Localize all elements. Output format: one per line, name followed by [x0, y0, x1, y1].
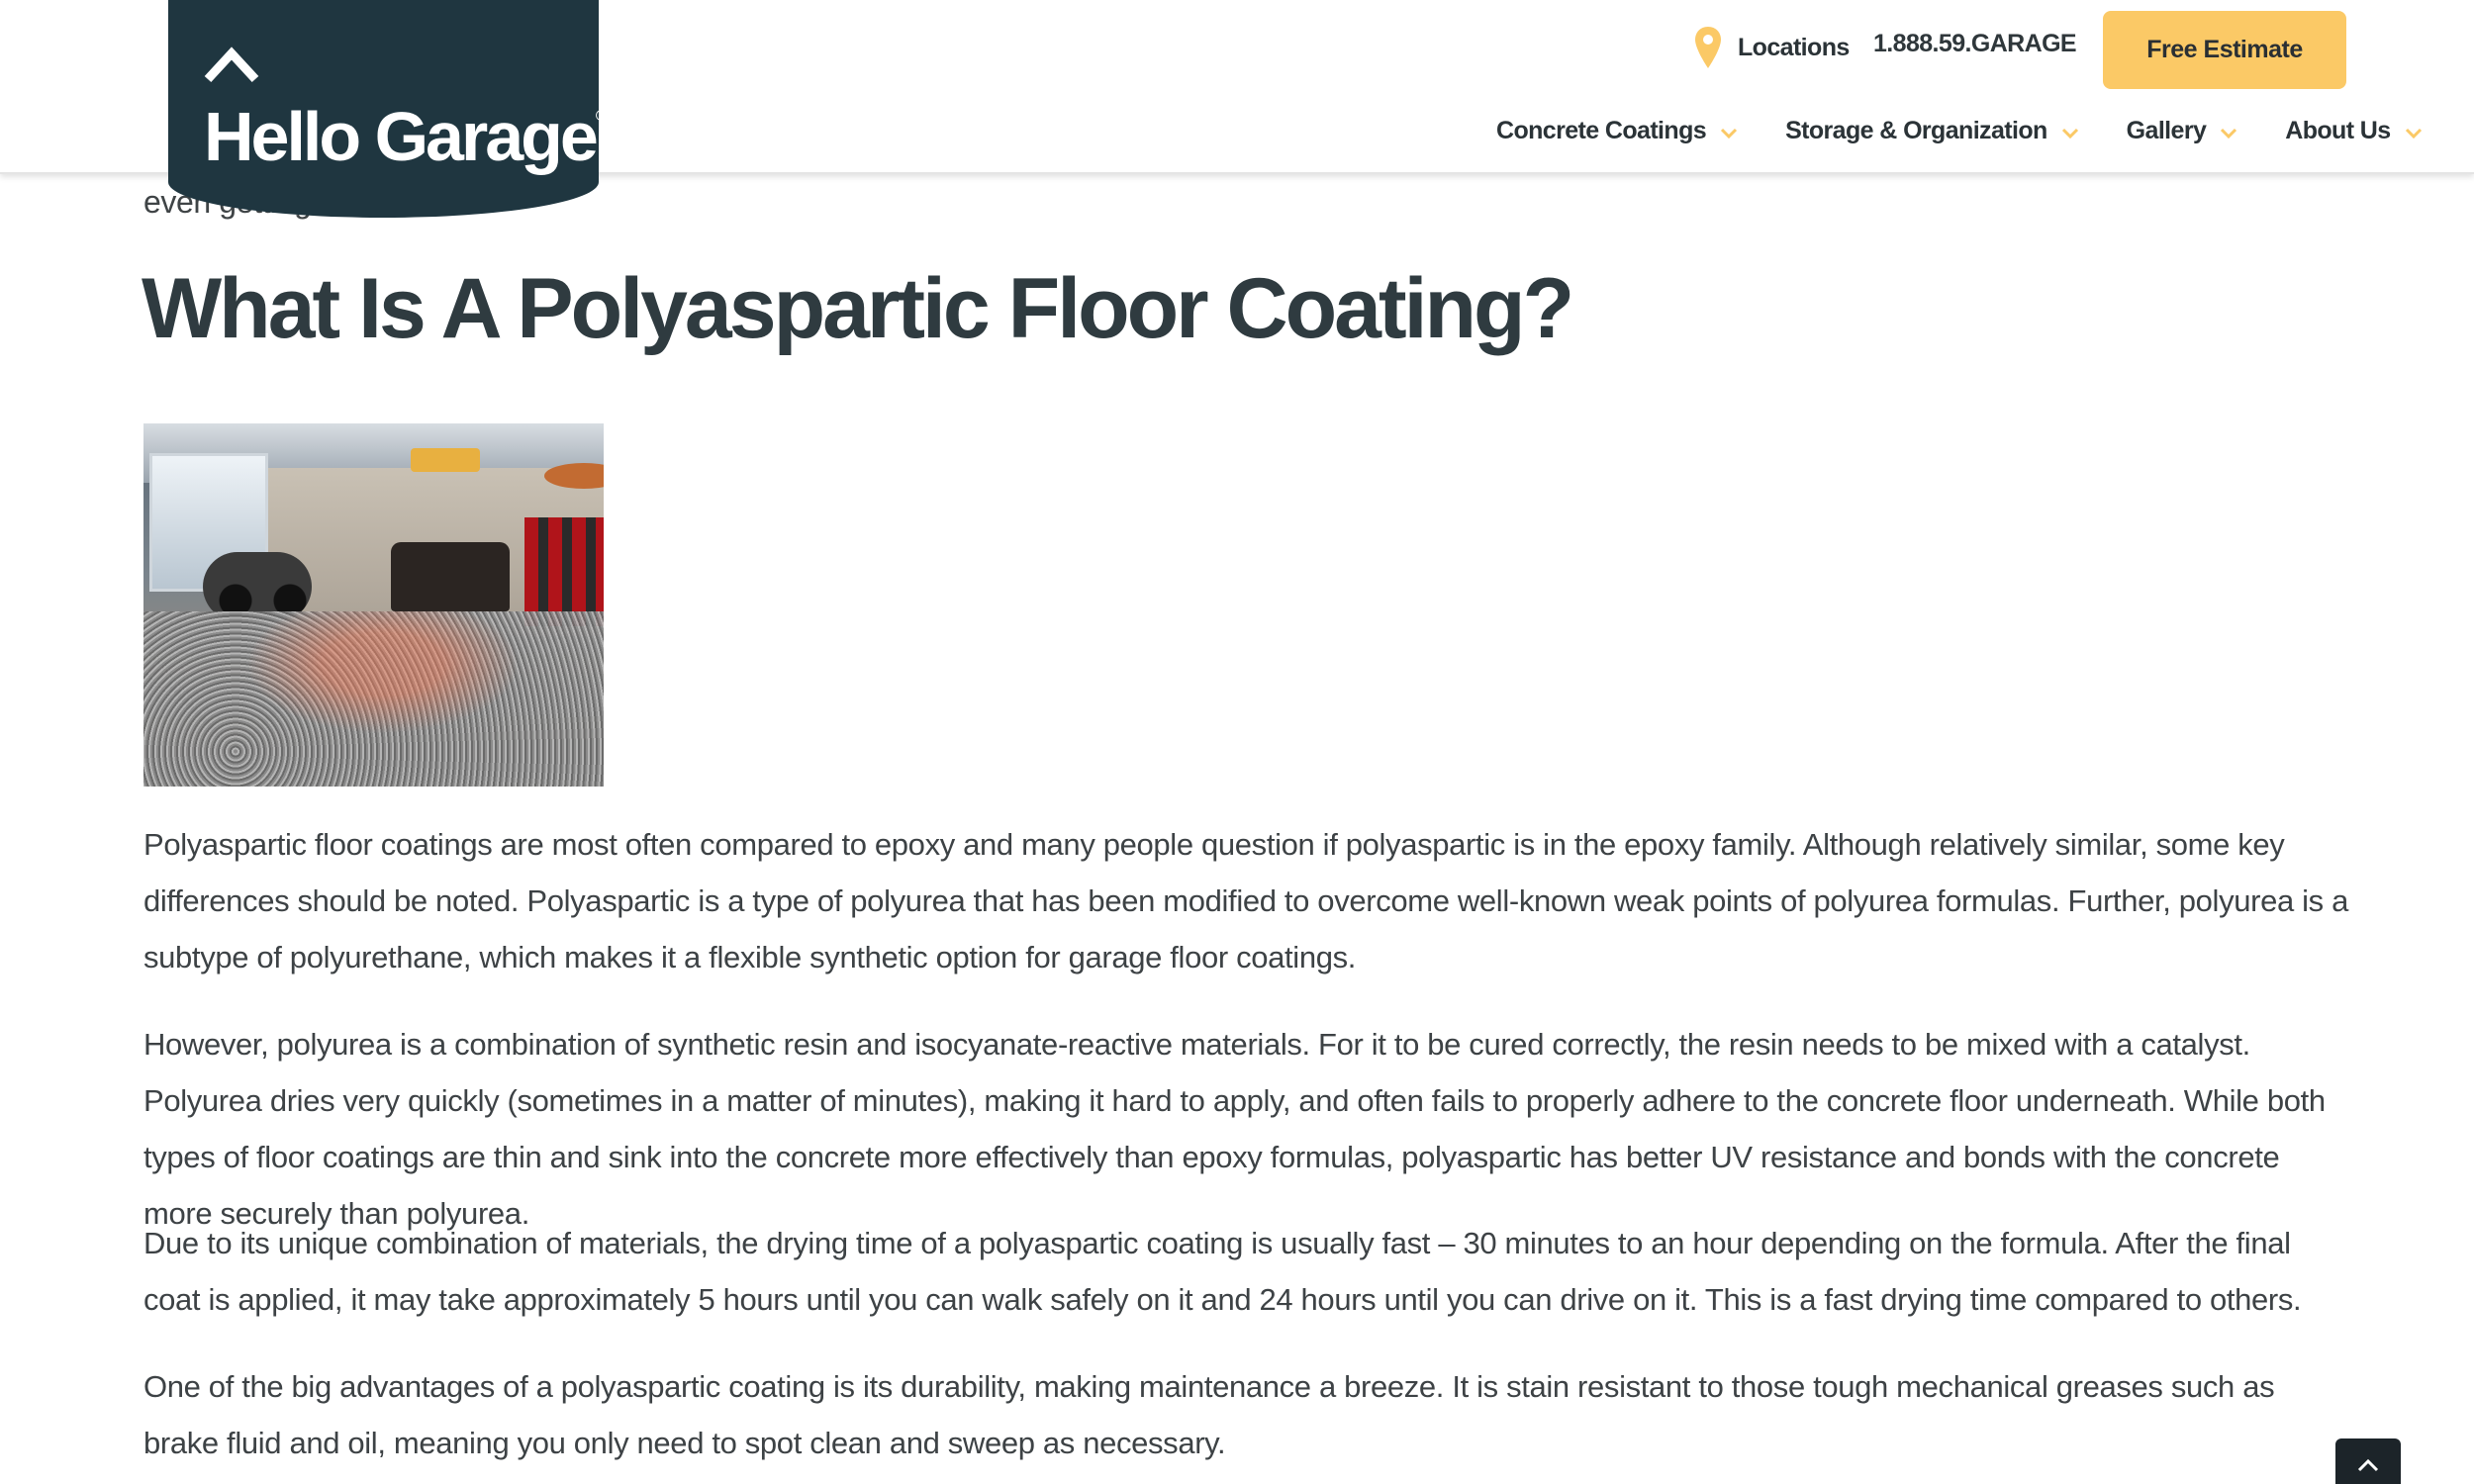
nav-item-storage-organization[interactable]: Storage & Organization	[1785, 117, 2079, 145]
article-paragraph-1: Polyaspartic floor coatings are most oft…	[143, 827, 2348, 974]
locations-link[interactable]: Locations	[1694, 20, 1850, 75]
page: even getting starte... What Is A Polyasp…	[0, 0, 2474, 1484]
article-paragraph-2: However, polyurea is a combination of sy…	[143, 1027, 2326, 1231]
nav-item-concrete-coatings[interactable]: Concrete Coatings	[1496, 117, 1738, 145]
nav-item-gallery[interactable]: Gallery	[2127, 117, 2238, 145]
chevron-down-icon	[2061, 128, 2078, 139]
map-pin-icon	[1695, 27, 1721, 68]
free-estimate-button[interactable]: Free Estimate	[2103, 11, 2346, 89]
locations-label: Locations	[1738, 33, 1850, 61]
nav-item-label: Gallery	[2126, 117, 2207, 144]
article-paragraph-4: One of the big advantages of a polyaspar…	[143, 1369, 2275, 1460]
registered-mark: ®	[595, 108, 608, 125]
nav-item-label: Concrete Coatings	[1496, 117, 1707, 144]
chevron-down-icon	[1721, 128, 1738, 139]
garage-floor-image	[143, 423, 604, 787]
logo-wordmark: Hello Garage	[204, 98, 599, 175]
article-paragraph-3: Due to its unique combination of materia…	[143, 1226, 2302, 1317]
logo[interactable]: Hello Garage®	[204, 77, 608, 176]
nav-item-label: Storage & Organization	[1785, 117, 2047, 144]
main-nav: Concrete Coatings Storage & Organization…	[1496, 117, 2423, 145]
phone-link[interactable]: 1.888.59.GARAGE	[1873, 30, 2077, 58]
scroll-to-top-button[interactable]	[2335, 1438, 2401, 1484]
nav-item-label: About Us	[2285, 117, 2391, 144]
chevron-down-icon	[2405, 128, 2422, 139]
nav-item-about-us[interactable]: About Us	[2285, 117, 2422, 145]
chevron-up-icon	[2357, 1458, 2379, 1472]
chevron-down-icon	[2221, 128, 2237, 139]
article-heading: What Is A Polyaspartic Floor Coating?	[142, 261, 1574, 356]
